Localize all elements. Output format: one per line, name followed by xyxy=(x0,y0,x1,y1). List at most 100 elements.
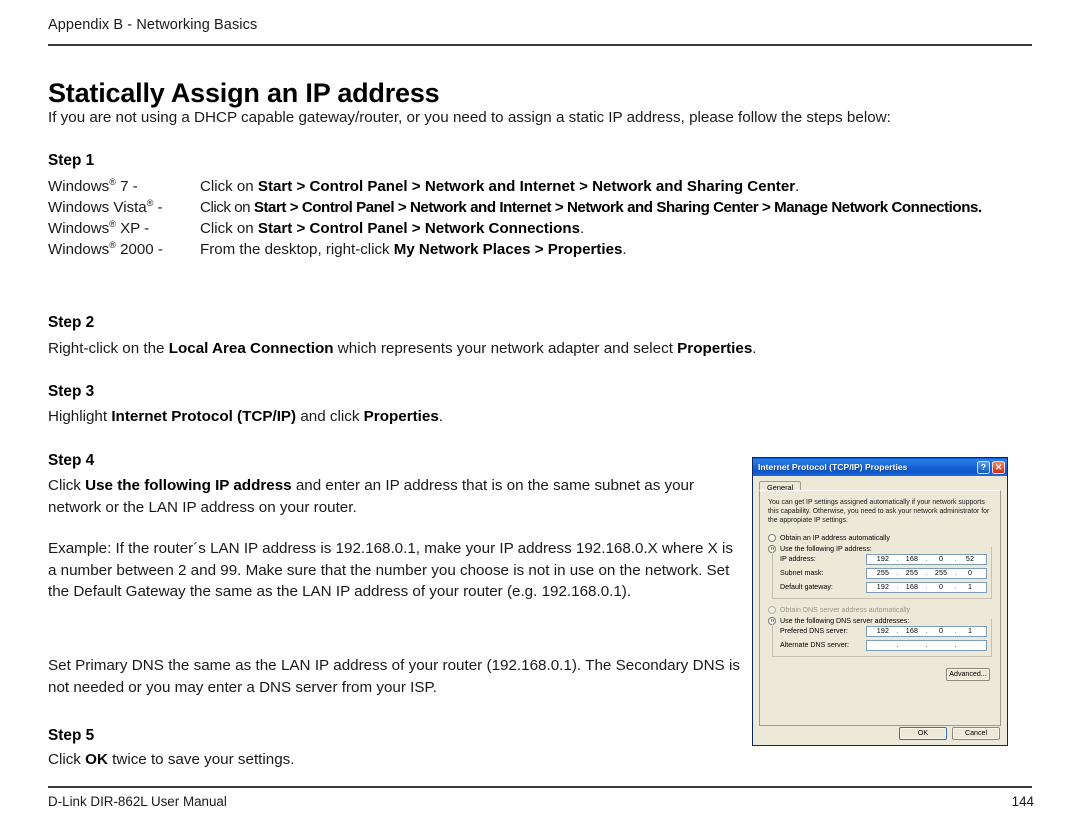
text-fragment: Highlight xyxy=(48,408,112,425)
separator: > xyxy=(407,178,425,195)
tcpip-properties-dialog[interactable]: Internet Protocol (TCP/IP) Properties ? … xyxy=(752,457,1008,746)
term-local-area-connection: Local Area Connection xyxy=(168,340,334,357)
cancel-button[interactable]: Cancel xyxy=(952,727,1000,740)
header-divider xyxy=(48,44,1032,46)
registered-icon: ® xyxy=(109,176,116,187)
table-row: Windows® XP - Click on Start > Control P… xyxy=(48,218,1038,239)
step-1-label: Step 1 xyxy=(48,152,95,169)
term-properties: Properties xyxy=(363,408,439,425)
octet-separator: . xyxy=(954,641,957,650)
ip-address-label: IP address: xyxy=(780,555,816,564)
document-page: Appendix B - Networking Basics Staticall… xyxy=(0,0,1080,834)
help-icon[interactable]: ? xyxy=(977,460,990,474)
step-2-label: Step 2 xyxy=(48,314,95,331)
term-ok: OK xyxy=(85,751,108,768)
separator: > xyxy=(285,199,302,216)
os-name-cell: Windows Vista® - xyxy=(48,197,200,218)
dialog-title: Internet Protocol (TCP/IP) Properties xyxy=(758,462,908,472)
separator: > xyxy=(407,220,425,237)
alternate-dns-row[interactable]: Alternate DNS server: ... xyxy=(777,639,987,651)
separator: > xyxy=(574,178,593,195)
footer-manual-title: D-Link DIR-862L User Manual xyxy=(48,794,227,809)
step-3-body: Highlight Internet Protocol (TCP/IP) and… xyxy=(48,406,1038,428)
step-4-label: Step 4 xyxy=(48,452,95,469)
menu-manage-network-connections: Manage Network Connections xyxy=(774,199,978,216)
page-title: Statically Assign an IP address xyxy=(48,78,440,109)
text-fragment: Click xyxy=(48,477,86,494)
ip-address-row[interactable]: IP address: 192. 168. 0. 52 xyxy=(777,553,987,565)
subnet-mask-label: Subnet mask: xyxy=(780,569,824,578)
preferred-dns-input[interactable]: 192. 168. 0. 1 xyxy=(866,625,987,637)
separator: > xyxy=(292,220,310,237)
menu-network-sharing-center: Network and Sharing Center xyxy=(566,199,759,216)
preferred-dns-label: Prefered DNS server: xyxy=(780,627,848,636)
term-use-the-following-ip-address: Use the following IP address xyxy=(85,477,292,494)
os-suffix: 2000 - xyxy=(115,241,163,258)
separator: > xyxy=(292,178,310,195)
octet-1: 192 xyxy=(876,627,890,636)
dialog-titlebar: Internet Protocol (TCP/IP) Properties ? … xyxy=(753,458,1007,476)
octet-4: 1 xyxy=(968,627,973,636)
text-fragment: Click xyxy=(48,751,86,768)
term-internet-protocol-tcpip: Internet Protocol (TCP/IP) xyxy=(111,408,297,425)
instruction-cell: Click on Start > Control Panel > Network… xyxy=(200,197,1038,218)
octet-3: 0 xyxy=(938,555,944,564)
octet-2: 168 xyxy=(905,555,919,564)
step-1-os-table: Windows® 7 - Click on Start > Control Pa… xyxy=(48,176,1038,260)
menu-control-panel: Control Panel xyxy=(301,199,395,216)
ok-button[interactable]: OK xyxy=(899,727,947,740)
advanced-button-row: Advanced... xyxy=(768,664,992,681)
menu-start: Start xyxy=(257,220,293,237)
radio-obtain-ip-automatically[interactable]: Obtain an IP address automatically xyxy=(768,533,992,542)
octet-2: 255 xyxy=(905,569,919,578)
os-name-cell: Windows® 7 - xyxy=(48,176,200,197)
dialog-tabpage: You can get IP settings assigned automat… xyxy=(759,490,1001,726)
menu-control-panel: Control Panel xyxy=(309,220,408,237)
advanced-button[interactable]: Advanced... xyxy=(946,667,990,681)
text-fragment: . xyxy=(752,340,757,357)
dialog-tabstrip: General xyxy=(753,476,1007,494)
dns-note-paragraph: Set Primary DNS the same as the LAN IP a… xyxy=(48,657,740,696)
example-paragraph: Example: If the router´s LAN IP address … xyxy=(48,540,733,600)
radio-label: Obtain an IP address automatically xyxy=(780,533,890,542)
menu-properties: Properties xyxy=(547,241,623,258)
octet-1: 192 xyxy=(876,583,890,592)
octet-separator: . xyxy=(896,641,899,650)
instruction-tail: . xyxy=(795,178,800,195)
alternate-dns-input[interactable]: ... xyxy=(866,639,987,651)
close-icon[interactable]: ✕ xyxy=(992,460,1005,474)
default-gateway-row[interactable]: Default gateway: 192. 168. 0. 1 xyxy=(777,581,987,593)
subnet-mask-input[interactable]: 255. 255. 255. 0 xyxy=(866,567,987,579)
menu-my-network-places: My Network Places xyxy=(393,241,531,258)
preferred-dns-row[interactable]: Prefered DNS server: 192. 168. 0. 1 xyxy=(777,625,987,637)
octet-4: 0 xyxy=(968,569,973,578)
instruction-lead: Click on xyxy=(200,199,254,216)
text-fragment: and click xyxy=(296,408,364,425)
radio-icon[interactable] xyxy=(768,605,776,614)
menu-control-panel: Control Panel xyxy=(309,178,408,195)
ip-address-input[interactable]: 192. 168. 0. 52 xyxy=(866,553,987,565)
step-3-label: Step 3 xyxy=(48,383,95,400)
menu-network-connections: Network Connections xyxy=(424,220,580,237)
os-name: Windows xyxy=(48,220,110,237)
default-gateway-input[interactable]: 192. 168. 0. 1 xyxy=(866,581,987,593)
octet-1: 192 xyxy=(876,555,890,564)
intro-paragraph: If you are not using a DHCP capable gate… xyxy=(48,109,891,126)
separator: > xyxy=(758,199,775,216)
radio-icon[interactable] xyxy=(768,533,776,542)
separator: > xyxy=(551,199,567,216)
instruction-cell: From the desktop, right-click My Network… xyxy=(200,239,1038,260)
instruction-tail: . xyxy=(977,199,982,216)
alternate-dns-label: Alternate DNS server: xyxy=(780,641,849,650)
text-fragment: which represents your network adapter an… xyxy=(333,340,678,357)
instruction-lead: Click on xyxy=(200,178,258,195)
menu-network-sharing-center: Network and Sharing Center xyxy=(592,178,796,195)
separator: > xyxy=(530,241,548,258)
os-suffix: - xyxy=(153,199,163,216)
instruction-cell: Click on Start > Control Panel > Network… xyxy=(200,176,1038,197)
table-row: Windows® 2000 - From the desktop, right-… xyxy=(48,239,1038,260)
dialog-footer-buttons: OK Cancel xyxy=(899,727,1000,740)
radio-obtain-dns-automatically[interactable]: Obtain DNS server address automatically xyxy=(768,605,992,614)
subnet-mask-row[interactable]: Subnet mask: 255. 255. 255. 0 xyxy=(777,567,987,579)
table-row: Windows Vista® - Click on Start > Contro… xyxy=(48,197,1038,218)
